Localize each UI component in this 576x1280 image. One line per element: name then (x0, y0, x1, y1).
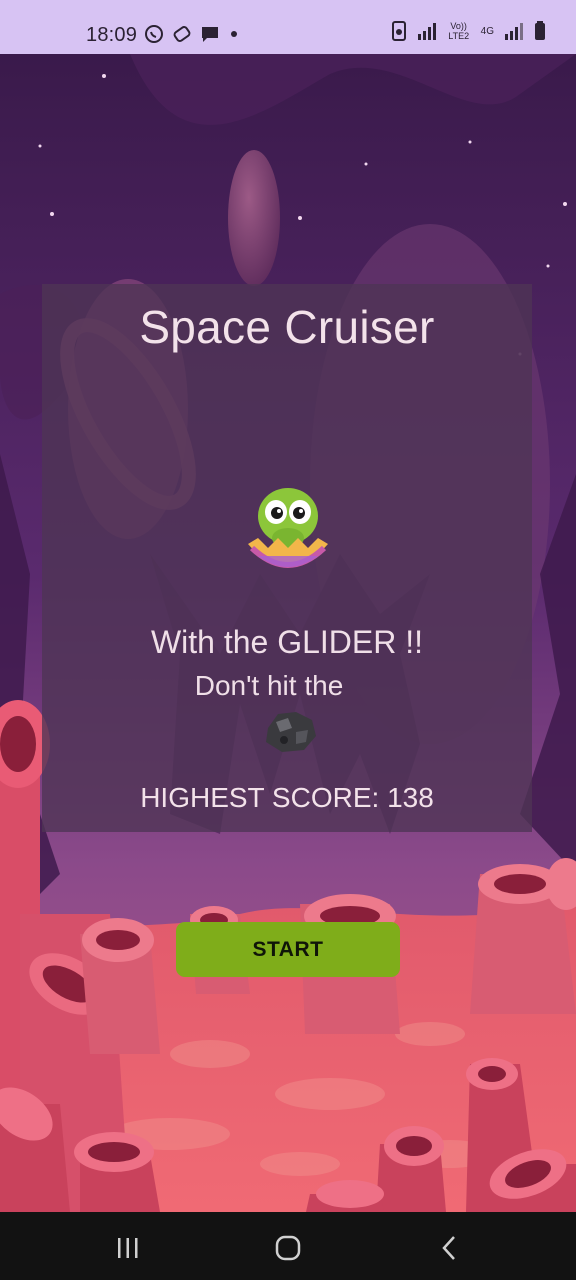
instruction-line-1: With the GLIDER !! (150, 624, 424, 660)
status-right-icons: Vo)) LTE2 4G (391, 20, 546, 42)
signal-icon (417, 23, 436, 40)
whatsapp-icon (145, 25, 163, 43)
start-button-label: START (252, 937, 324, 961)
network-label: Vo)) LTE2 (448, 21, 470, 41)
home-icon[interactable] (272, 1234, 304, 1262)
gamepad-icon (173, 26, 191, 42)
back-icon[interactable] (434, 1234, 466, 1262)
highest-score: HIGHEST SCORE: 138 (140, 782, 434, 813)
network-4g-label: 4G (480, 25, 494, 37)
status-time: 18:09 (86, 24, 138, 46)
dot-icon (231, 31, 237, 37)
status-left-icons (144, 24, 240, 44)
notification-icon (391, 21, 406, 41)
game-title: Space Cruiser (139, 301, 435, 353)
intro-card: Space Cruiser With the GLIDER !! Don't h… (42, 284, 532, 832)
message-icon (202, 27, 218, 42)
status-bar: 18:09 Vo)) LTE2 4G (0, 0, 576, 54)
recent-apps-icon[interactable] (112, 1234, 144, 1262)
asteroid-icon (266, 712, 316, 752)
signal-icon (505, 23, 523, 40)
battery-icon (535, 21, 545, 40)
navigation-bar (0, 1212, 576, 1280)
start-button[interactable]: START (176, 922, 400, 977)
alien-glider-icon (248, 488, 328, 568)
instruction-line-2: Don't hit the (194, 670, 344, 701)
